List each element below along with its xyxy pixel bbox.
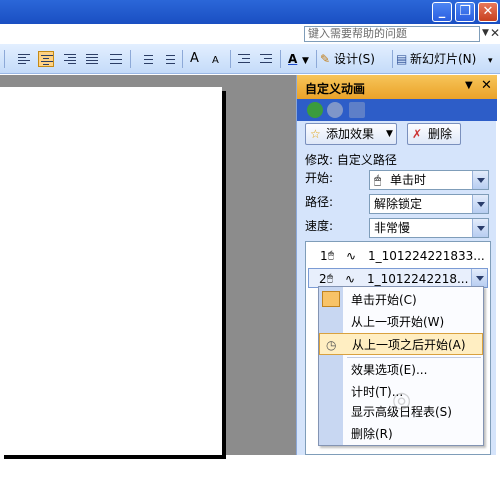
- toolbar-divider: [392, 50, 393, 68]
- slide-workspace: [0, 75, 296, 455]
- timing-context-menu: 单击开始(C) 从上一项开始(W) ◷ 从上一项之后开始(A) 效果选项(E).…: [318, 286, 484, 446]
- restore-button[interactable]: ❐: [455, 2, 475, 22]
- animation-index: 1: [320, 249, 328, 263]
- help-dropdown-icon[interactable]: ▼: [482, 28, 489, 38]
- new-slide-icon: ▤: [396, 52, 408, 66]
- menu-item-with-previous[interactable]: 从上一项开始(W): [319, 311, 483, 333]
- font-color-icon[interactable]: A: [288, 52, 297, 66]
- watermark-mark: ◎: [392, 388, 412, 413]
- menu-item-remove[interactable]: 删除(R): [319, 423, 483, 445]
- path-label: 路径:: [305, 195, 334, 209]
- speed-value: 非常慢: [374, 221, 411, 235]
- animation-name: 1_101224221833...: [368, 249, 485, 263]
- doc-close-icon[interactable]: ✕: [490, 26, 500, 40]
- decrease-font-icon[interactable]: A: [212, 54, 219, 68]
- start-select[interactable]: 🖱 单击时: [369, 170, 489, 190]
- slide-canvas[interactable]: [0, 87, 222, 455]
- start-label: 开始:: [305, 171, 334, 185]
- increase-font-icon[interactable]: A: [190, 52, 199, 66]
- menu-item-start-on-click[interactable]: 单击开始(C): [319, 289, 483, 311]
- pane-nav-bar: [297, 99, 497, 121]
- toolbar-divider: [316, 50, 317, 68]
- menu-divider: [347, 357, 481, 358]
- menu-item-label: 单击开始(C): [351, 293, 417, 307]
- help-search-input[interactable]: 键入需要帮助的问题: [304, 26, 480, 42]
- pane-title: 自定义动画: [305, 82, 366, 96]
- justify-icon[interactable]: [84, 51, 100, 67]
- add-effect-label: 添加效果: [326, 127, 375, 141]
- dropdown-icon: [472, 219, 488, 237]
- path-value: 解除锁定: [374, 197, 423, 211]
- restore-icon: ❐: [459, 4, 471, 19]
- close-button[interactable]: ✕: [478, 2, 498, 22]
- bullet-list-icon[interactable]: [160, 51, 176, 67]
- start-value: 单击时: [390, 173, 427, 187]
- toolbar-divider: [280, 50, 281, 68]
- add-effect-button[interactable]: ☆ 添加效果 ▼: [305, 123, 397, 145]
- mouse-icon: [322, 291, 340, 307]
- list-item[interactable]: 1 🖱 ∿ 1_101224221833...: [308, 246, 488, 266]
- minimize-button[interactable]: _: [432, 2, 452, 22]
- item-dropdown-icon[interactable]: [471, 269, 487, 287]
- mouse-icon: 🖱: [374, 173, 382, 187]
- star-icon: ☆: [310, 127, 321, 141]
- distribute-icon[interactable]: [108, 51, 124, 67]
- help-row: 键入需要帮助的问题 ▼ ✕: [0, 24, 500, 44]
- menu-item-label: 删除(R): [351, 427, 393, 441]
- back-icon[interactable]: [307, 102, 323, 118]
- speed-select[interactable]: 非常慢: [369, 218, 489, 238]
- align-right-icon[interactable]: [62, 51, 78, 67]
- menu-item-after-previous[interactable]: ◷ 从上一项之后开始(A): [319, 333, 483, 355]
- new-slide-button[interactable]: 新幻灯片(N): [410, 52, 476, 66]
- speed-label: 速度:: [305, 219, 334, 233]
- toolbar-options-icon[interactable]: ▾: [488, 54, 493, 68]
- path-select[interactable]: 解除锁定: [369, 194, 489, 214]
- modify-label: 修改: 自定义路径: [305, 153, 397, 167]
- font-color-dropdown-icon[interactable]: ▼: [302, 54, 309, 68]
- decrease-indent-icon[interactable]: [236, 51, 252, 67]
- title-bar: _ ❐ ✕: [0, 0, 500, 24]
- pane-header: 自定义动画 ▼ ✕: [297, 75, 497, 99]
- dropdown-icon: [472, 195, 488, 213]
- clock-icon: ◷: [326, 338, 337, 352]
- minimize-icon: _: [438, 4, 446, 19]
- menu-item-label: 效果选项(E)...: [351, 363, 428, 377]
- dropdown-icon: [472, 171, 488, 189]
- motion-path-icon: ∿: [346, 249, 357, 263]
- chevron-down-icon: ▼: [386, 129, 393, 139]
- mouse-icon: 🖱: [328, 250, 334, 261]
- increase-indent-icon[interactable]: [258, 51, 274, 67]
- menu-item-label: 从上一项之后开始(A): [352, 338, 466, 352]
- align-left-icon[interactable]: [16, 51, 32, 67]
- list-item[interactable]: 2 🖱 ∿ 1_1012242218...: [308, 268, 488, 288]
- toolbar-divider: [4, 50, 5, 68]
- close-icon: ✕: [482, 4, 494, 19]
- home-icon[interactable]: [349, 102, 365, 118]
- menu-item-effect-options[interactable]: 效果选项(E)...: [319, 359, 483, 381]
- remove-button[interactable]: ✗ 删除: [407, 123, 461, 145]
- forward-icon[interactable]: [327, 102, 343, 118]
- numbered-list-icon[interactable]: [138, 51, 154, 67]
- align-center-icon[interactable]: [38, 51, 54, 67]
- pane-menu-icon[interactable]: ▼: [465, 80, 473, 91]
- remove-icon: ✗: [412, 127, 423, 141]
- pane-close-icon[interactable]: ✕: [481, 78, 492, 93]
- toolbar-divider: [130, 50, 131, 68]
- remove-label: 删除: [428, 127, 453, 141]
- design-button[interactable]: 设计(S): [334, 52, 375, 66]
- design-icon: ✎: [320, 52, 331, 66]
- menu-item-label: 从上一项开始(W): [351, 315, 445, 329]
- formatting-toolbar: A A A ▼ ✎ 设计(S) ▤ 新幻灯片(N) ▾: [0, 44, 500, 74]
- toolbar-divider: [182, 50, 183, 68]
- toolbar-divider: [230, 50, 231, 68]
